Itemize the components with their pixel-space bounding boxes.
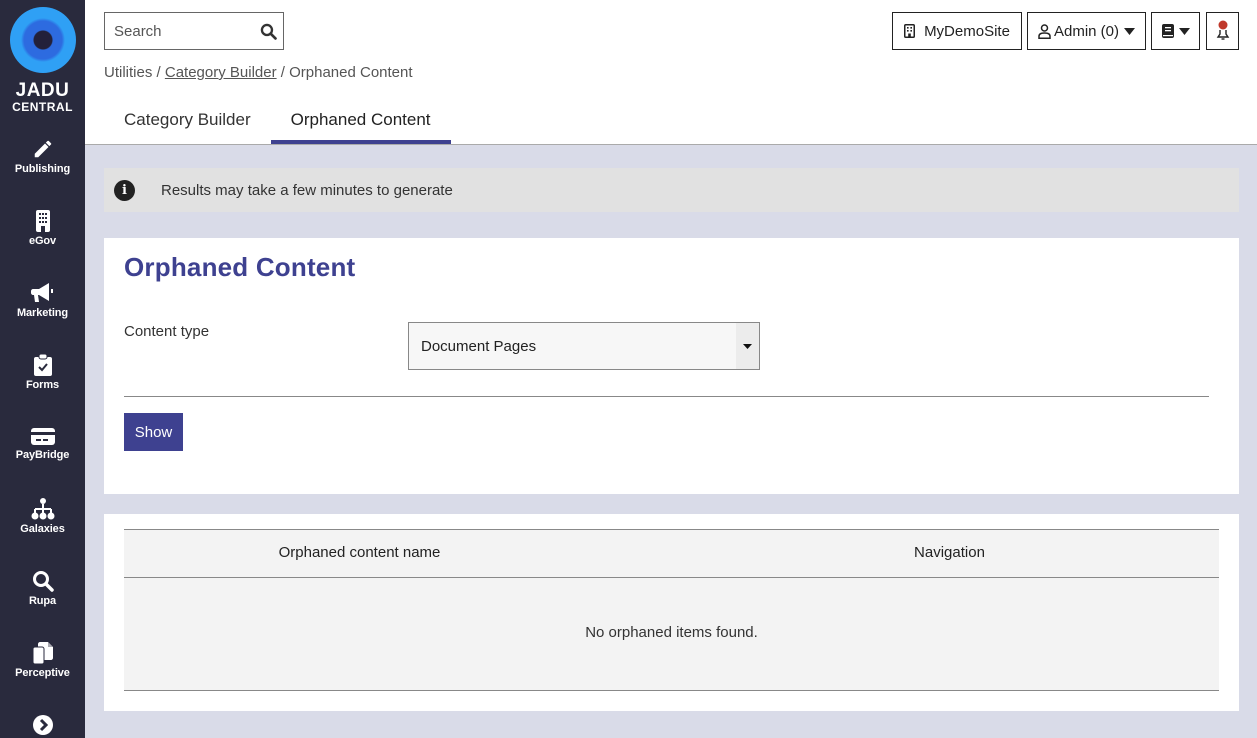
user-menu-button[interactable]: Admin (0) [1027, 12, 1146, 50]
empty-state-message: No orphaned items found. [585, 624, 758, 641]
logo-text-central: CENTRAL [12, 100, 73, 114]
breadcrumb: Utilities / Category Builder / Orphaned … [104, 64, 413, 81]
logo-text-jadu: JADU [15, 80, 70, 101]
user-menu-label: Admin (0) [1053, 22, 1120, 40]
sidebar-item-label: PayBridge [15, 449, 70, 461]
table-body: No orphaned items found. [124, 578, 1219, 691]
search-input[interactable] [105, 13, 245, 49]
sidebar-item-perceptive[interactable]: Perceptive [0, 642, 85, 692]
caret-down-icon [743, 343, 752, 349]
sitemap-icon [31, 498, 54, 520]
table-header: Orphaned content name Navigation [124, 529, 1219, 578]
sidebar-item-rupa[interactable]: Rupa [0, 570, 85, 620]
sidebar-item-label: Perceptive [15, 667, 70, 679]
help-menu-button[interactable] [1151, 12, 1200, 50]
sidebar: JADU CENTRAL Publishing eGov Marketing F… [0, 0, 85, 738]
sidebar-item-label: Forms [25, 379, 60, 391]
sidebar-item-label: Publishing [14, 163, 71, 175]
megaphone-icon [30, 283, 53, 302]
pencil-icon [34, 140, 51, 158]
jadu-logo-icon[interactable] [10, 7, 76, 73]
building-icon [35, 210, 50, 232]
site-button[interactable]: MyDemoSite [892, 12, 1022, 50]
caret-down-icon [1178, 27, 1190, 35]
info-banner: i Results may take a few minutes to gene… [104, 168, 1239, 212]
user-icon [1038, 23, 1051, 39]
sidebar-item-label: Galaxies [20, 523, 65, 535]
sidebar-item-paybridge[interactable]: PayBridge [0, 426, 85, 476]
sidebar-item-label: Rupa [28, 595, 57, 607]
show-button[interactable]: Show [124, 413, 183, 451]
column-header-orphaned-content-name: Orphaned content name [278, 544, 441, 561]
results-card: Orphaned content name Navigation No orph… [104, 514, 1239, 711]
header: Utilities / Category Builder / Orphaned … [85, 0, 1257, 145]
sidebar-item-label: Marketing [16, 307, 69, 319]
bell-icon [1216, 20, 1229, 40]
notifications-button[interactable] [1206, 12, 1239, 50]
credit-card-icon [30, 428, 55, 445]
tab-bar: Category Builder Orphaned Content [104, 100, 451, 144]
content-type-label: Content type [124, 323, 210, 340]
orphaned-content-form-card: Orphaned Content Content type Document P… [104, 238, 1239, 494]
sidebar-item-egov[interactable]: eGov [0, 210, 85, 260]
sidebar-item-publishing[interactable]: Publishing [0, 138, 85, 188]
content-type-selected-value: Document Pages [421, 338, 537, 355]
chevron-right-circle-icon [32, 715, 53, 735]
tab-category-builder[interactable]: Category Builder [104, 100, 271, 144]
building-icon [904, 24, 916, 38]
caret-down-icon [1124, 27, 1136, 35]
clipboard-check-icon [33, 354, 52, 376]
site-button-label: MyDemoSite [924, 22, 1010, 40]
search-icon [32, 571, 54, 592]
sidebar-item-marketing[interactable]: Marketing [0, 282, 85, 332]
breadcrumb-utilities: Utilities [104, 64, 153, 81]
breadcrumb-separator: / [280, 64, 285, 81]
book-icon [1161, 24, 1174, 38]
form-divider [124, 396, 1209, 397]
tab-orphaned-content[interactable]: Orphaned Content [270, 100, 451, 144]
info-icon: i [114, 179, 135, 201]
content-type-select[interactable]: Document Pages [408, 322, 760, 370]
copy-icon [32, 642, 53, 664]
column-header-navigation: Navigation [914, 544, 985, 561]
info-banner-text: Results may take a few minutes to genera… [161, 181, 453, 199]
results-table: Orphaned content name Navigation No orph… [124, 529, 1219, 691]
sidebar-expand-button[interactable] [0, 714, 85, 738]
search-icon[interactable] [260, 23, 277, 40]
search-box [104, 12, 284, 50]
sidebar-item-galaxies[interactable]: Galaxies [0, 498, 85, 548]
breadcrumb-category-builder-link[interactable]: Category Builder [165, 64, 277, 81]
select-arrow [736, 323, 759, 369]
breadcrumb-separator: / [156, 64, 161, 81]
breadcrumb-current: Orphaned Content [289, 64, 413, 81]
sidebar-item-label: eGov [28, 235, 57, 247]
page-title: Orphaned Content [124, 252, 356, 282]
sidebar-item-forms[interactable]: Forms [0, 354, 85, 404]
